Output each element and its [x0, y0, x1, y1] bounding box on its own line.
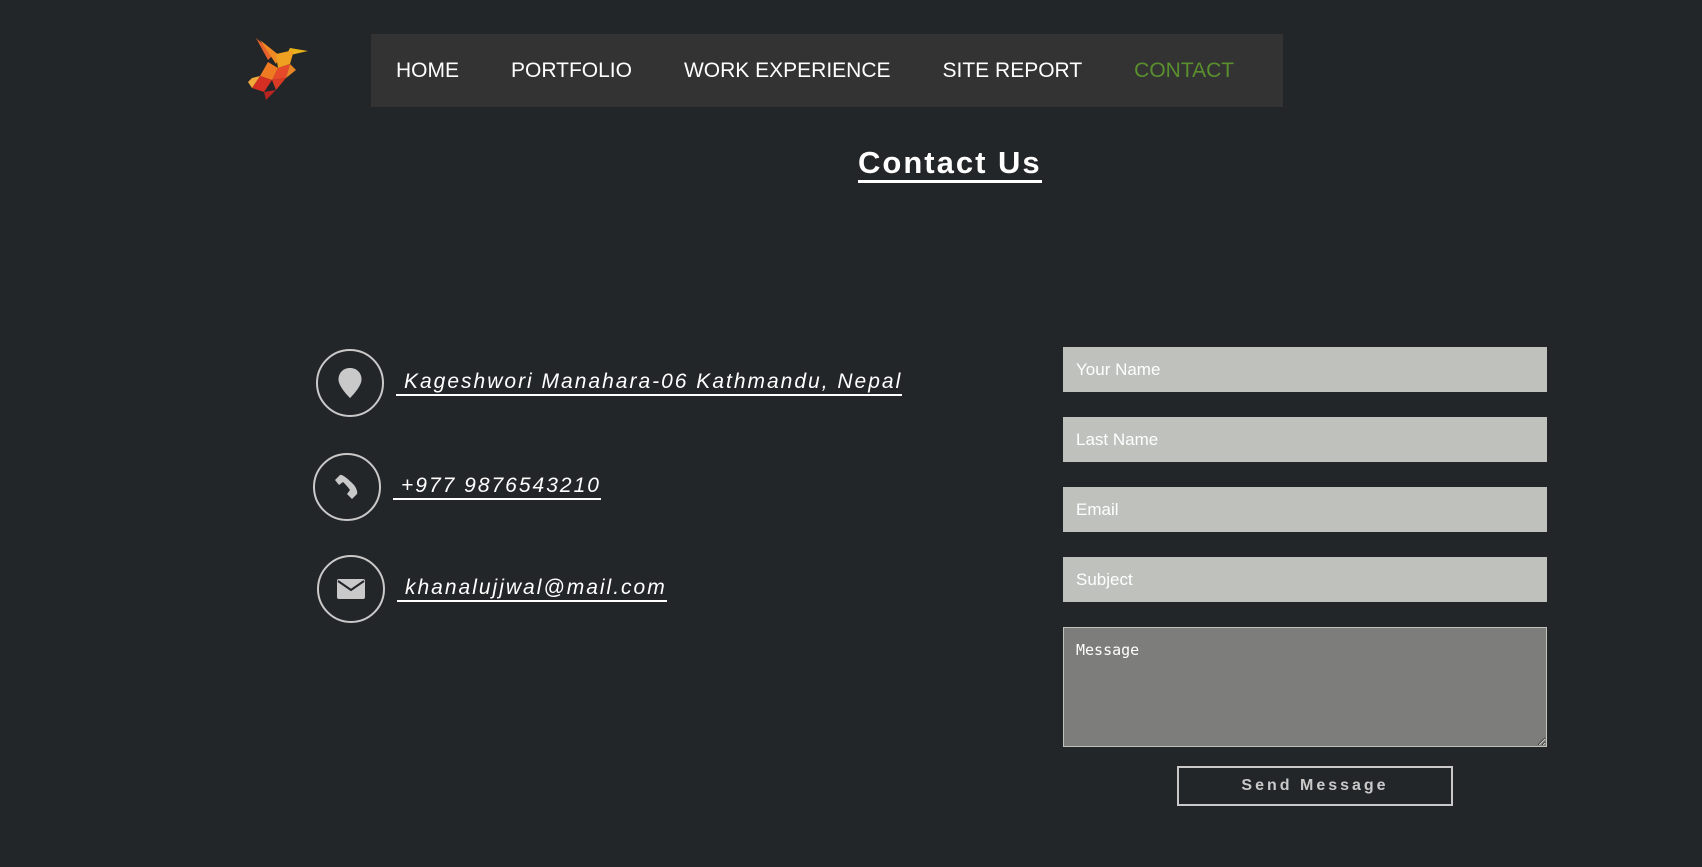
your-name-input[interactable]	[1063, 347, 1547, 392]
message-textarea[interactable]	[1063, 627, 1547, 747]
nav-item-work-experience[interactable]: WORK EXPERIENCE	[684, 59, 891, 83]
nav-item-site-report[interactable]: SITE REPORT	[943, 59, 1083, 83]
phone-row: +977 9876543210	[313, 453, 601, 521]
email-input[interactable]	[1063, 487, 1547, 532]
nav-item-portfolio[interactable]: PORTFOLIO	[511, 59, 632, 83]
phone-text[interactable]: +977 9876543210	[393, 474, 601, 500]
contact-page: HOME PORTFOLIO WORK EXPERIENCE SITE REPO…	[0, 0, 1702, 867]
last-name-input[interactable]	[1063, 417, 1547, 462]
location-pin-icon	[338, 368, 362, 398]
nav-item-contact[interactable]: CONTACT	[1134, 59, 1234, 83]
phone-icon	[335, 474, 358, 499]
send-message-button[interactable]: Send Message	[1177, 766, 1453, 806]
envelope-icon	[337, 579, 365, 599]
nav-item-home[interactable]: HOME	[396, 59, 459, 83]
email-row: khanalujjwal@mail.com	[317, 555, 667, 623]
hummingbird-icon	[248, 38, 308, 100]
email-icon-circle	[317, 555, 385, 623]
subject-input[interactable]	[1063, 557, 1547, 602]
email-text[interactable]: khanalujjwal@mail.com	[397, 576, 667, 602]
address-icon-circle	[316, 349, 384, 417]
hummingbird-logo[interactable]	[246, 34, 314, 100]
address-text: Kageshwori Manahara-06 Kathmandu, Nepal	[396, 370, 903, 396]
main-nav: HOME PORTFOLIO WORK EXPERIENCE SITE REPO…	[371, 34, 1283, 107]
address-row: Kageshwori Manahara-06 Kathmandu, Nepal	[316, 349, 903, 417]
page-title: Contact Us	[858, 146, 1042, 183]
phone-icon-circle	[313, 453, 381, 521]
